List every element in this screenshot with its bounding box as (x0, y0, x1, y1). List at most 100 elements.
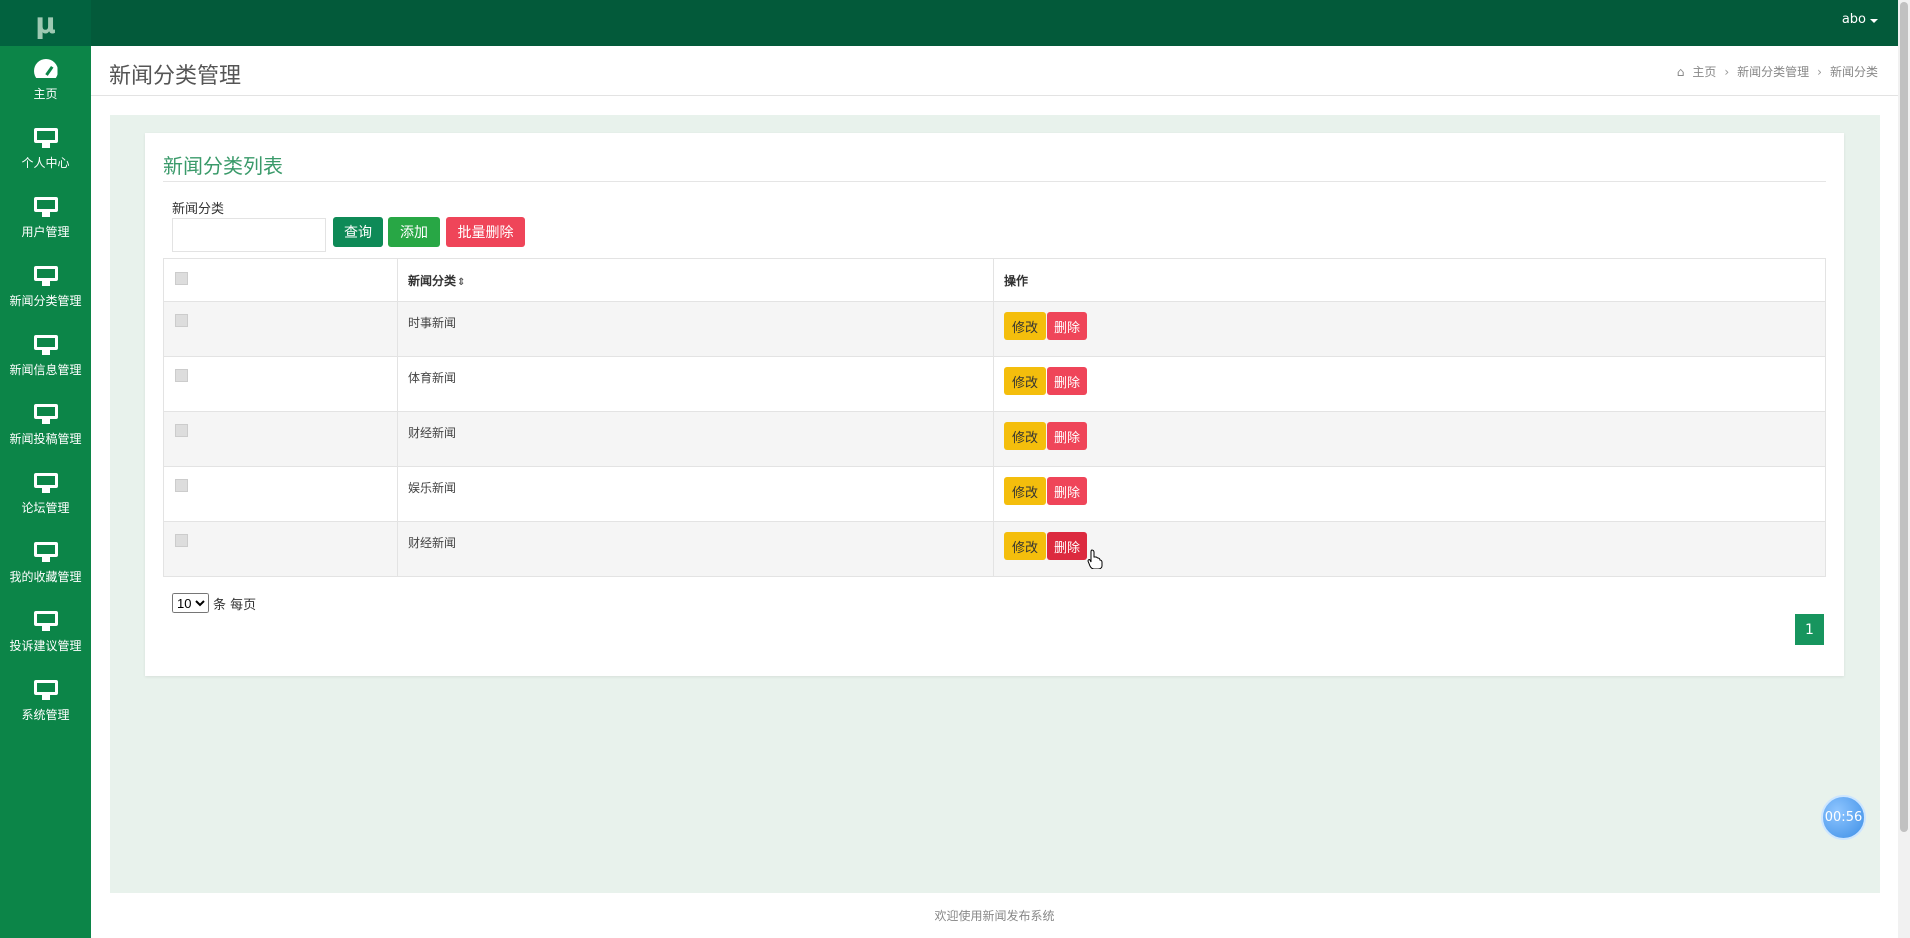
chevron-right-icon: › (1817, 64, 1822, 79)
sidebar-item-complaints[interactable]: 投诉建议管理 (0, 598, 91, 667)
sidebar-item-label: 新闻信息管理 (9, 363, 82, 377)
timer-badge[interactable]: 00:56 (1821, 795, 1866, 840)
page-scrollbar[interactable] (1898, 0, 1910, 938)
footer: 欢迎使用新闻发布系统 (91, 893, 1898, 938)
actions-cell: 修改 删除 (993, 301, 1826, 357)
edit-button[interactable]: 修改 (1004, 367, 1047, 395)
sidebar-item-system[interactable]: 系统管理 (0, 667, 91, 736)
sidebar-item-profile[interactable]: 个人中心 (0, 115, 91, 184)
table-row: 财经新闻 修改 删除 (163, 411, 1826, 467)
monitor-icon (33, 266, 58, 286)
monitor-icon (33, 680, 58, 700)
sidebar-item-label: 系统管理 (21, 708, 70, 722)
sort-icon[interactable]: ⇕ (457, 277, 465, 288)
row-checkbox[interactable] (175, 369, 188, 382)
user-menu[interactable]: abo (1842, 12, 1878, 27)
chevron-right-icon: › (1724, 64, 1730, 79)
row-select-cell (163, 356, 398, 412)
sidebar-item-users[interactable]: 用户管理 (0, 184, 91, 253)
row-checkbox[interactable] (175, 314, 188, 327)
page-header: 新闻分类管理 ⌂ 主页 › 新闻分类管理 › 新闻分类 (91, 46, 1898, 96)
monitor-icon (33, 473, 58, 493)
category-search-input[interactable] (172, 218, 326, 252)
dashboard-icon (33, 59, 58, 79)
actions-cell: 修改 删除 (993, 356, 1826, 412)
delete-button[interactable]: 删除 (1047, 532, 1088, 560)
category-cell: 财经新闻 (397, 521, 994, 577)
bulk-delete-button[interactable]: 批量删除 (446, 217, 525, 247)
delete-button[interactable]: 删除 (1047, 422, 1088, 450)
edit-button[interactable]: 修改 (1004, 532, 1047, 560)
panel-title: 新闻分类列表 (163, 154, 283, 178)
select-all-checkbox[interactable] (175, 272, 188, 285)
monitor-icon (33, 542, 58, 562)
page-size-select[interactable]: 10 (172, 593, 209, 613)
row-select-cell (163, 411, 398, 467)
add-button[interactable]: 添加 (388, 217, 440, 247)
sidebar-item-favorites[interactable]: 我的收藏管理 (0, 529, 91, 598)
edit-button[interactable]: 修改 (1004, 312, 1047, 340)
row-select-cell (163, 466, 398, 522)
actions-cell: 修改 删除 (993, 411, 1826, 467)
sidebar-item-label: 我的收藏管理 (9, 570, 82, 584)
delete-button[interactable]: 删除 (1047, 477, 1088, 505)
category-cell: 体育新闻 (397, 356, 994, 412)
actions-cell: 修改 删除 (993, 466, 1826, 522)
breadcrumb-category-mgmt[interactable]: 新闻分类管理 (1737, 63, 1809, 80)
sidebar-item-label: 主页 (33, 87, 58, 101)
row-checkbox[interactable] (175, 479, 188, 492)
table-row: 娱乐新闻 修改 删除 (163, 466, 1826, 522)
actions-cell: 修改 删除 (993, 521, 1826, 577)
footer-text: 欢迎使用新闻发布系统 (934, 909, 1055, 923)
row-select-cell (163, 301, 398, 357)
scrollbar-thumb[interactable] (1900, 2, 1908, 832)
edit-button[interactable]: 修改 (1004, 477, 1047, 505)
category-column-header[interactable]: 新闻分类⇕ (397, 258, 994, 302)
sidebar-item-label: 新闻投稿管理 (9, 432, 82, 446)
monitor-icon (33, 335, 58, 355)
query-button[interactable]: 查询 (333, 217, 383, 247)
delete-button[interactable]: 删除 (1047, 367, 1088, 395)
page-title: 新闻分类管理 (109, 64, 242, 89)
breadcrumb-home[interactable]: 主页 (1692, 63, 1716, 80)
caret-down-icon (1870, 18, 1878, 23)
table-row: 体育新闻 修改 删除 (163, 356, 1826, 412)
pagination-page-1[interactable]: 1 (1795, 614, 1824, 645)
sidebar-item-news-category[interactable]: 新闻分类管理 (0, 253, 91, 322)
page-size-control: 10 条 每页 (172, 593, 256, 613)
sidebar: 主页 个人中心 用户管理 新闻分类管理 新闻信息管理 新闻投稿管理 论坛管理 我… (0, 46, 91, 938)
divider (163, 181, 1826, 182)
sidebar-item-forum[interactable]: 论坛管理 (0, 460, 91, 529)
table-row: 时事新闻 修改 删除 (163, 301, 1826, 357)
select-all-cell (163, 258, 398, 302)
monitor-icon (33, 611, 58, 631)
monitor-icon (33, 197, 58, 217)
category-cell: 娱乐新闻 (397, 466, 994, 522)
table-header-row: 新闻分类⇕ 操作 (163, 258, 1826, 302)
edit-button[interactable]: 修改 (1004, 422, 1047, 450)
category-header-label: 新闻分类 (408, 273, 457, 288)
per-page-label: 条 每页 (213, 597, 257, 613)
breadcrumb: ⌂ 主页 › 新闻分类管理 › 新闻分类 (1677, 63, 1878, 80)
category-cell: 财经新闻 (397, 411, 994, 467)
sidebar-item-news-info[interactable]: 新闻信息管理 (0, 322, 91, 391)
monitor-icon (33, 128, 58, 148)
row-checkbox[interactable] (175, 534, 188, 547)
sidebar-item-label: 用户管理 (21, 225, 70, 239)
sidebar-item-label: 论坛管理 (21, 501, 70, 515)
app-logo[interactable]: μ (0, 0, 91, 46)
sidebar-item-news-submission[interactable]: 新闻投稿管理 (0, 391, 91, 460)
breadcrumb-current: 新闻分类 (1829, 65, 1878, 79)
sidebar-item-label: 投诉建议管理 (9, 639, 82, 653)
category-list-panel: 新闻分类列表 新闻分类 查询 添加 批量删除 新闻分类⇕ 操作 时事新闻 修改删… (145, 133, 1844, 676)
category-table: 新闻分类⇕ 操作 时事新闻 修改 删除 体育新闻 修改 删除 财经新闻 修改 删除 (163, 258, 1826, 577)
delete-button[interactable]: 删除 (1047, 312, 1088, 340)
row-checkbox[interactable] (175, 424, 188, 437)
hand-cursor-icon (1087, 549, 1103, 569)
sidebar-item-home[interactable]: 主页 (0, 46, 91, 115)
filter-label: 新闻分类 (172, 202, 225, 217)
sidebar-item-label: 新闻分类管理 (9, 294, 82, 308)
home-icon: ⌂ (1676, 64, 1685, 79)
category-cell: 时事新闻 (397, 301, 994, 357)
row-select-cell (163, 521, 398, 577)
